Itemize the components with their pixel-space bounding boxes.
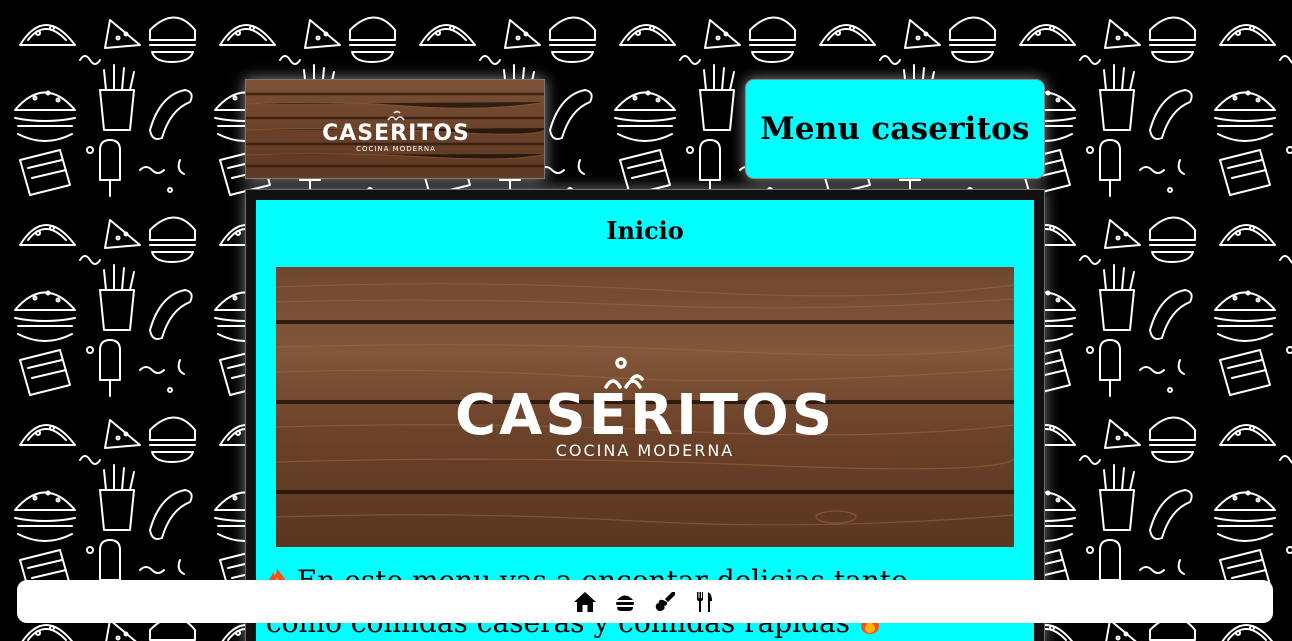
section-title: Inicio: [606, 216, 684, 245]
hero-wordmark: CASERITOS: [455, 383, 835, 448]
hero-tagline: COCINA MODERNA: [556, 441, 735, 460]
home-icon[interactable]: [572, 589, 598, 615]
logo-wordmark: CASERITOS: [322, 121, 470, 146]
burger-icon[interactable]: [612, 589, 638, 615]
main-content: Inicio CASERITOS COCINA MODERNA: [256, 200, 1034, 641]
utensils-icon[interactable]: [692, 589, 718, 615]
guitar-icon[interactable]: [652, 589, 678, 615]
menu-title-card: Menu caseritos: [745, 79, 1045, 179]
header-logo: CASERITOS COCINA MODERNA: [245, 79, 545, 179]
bottom-nav: [17, 580, 1273, 623]
logo-tagline: COCINA MODERNA: [356, 145, 436, 153]
hero-logo-image: CASERITOS COCINA MODERNA: [276, 267, 1014, 547]
page-title: Menu caseritos: [760, 111, 1030, 147]
